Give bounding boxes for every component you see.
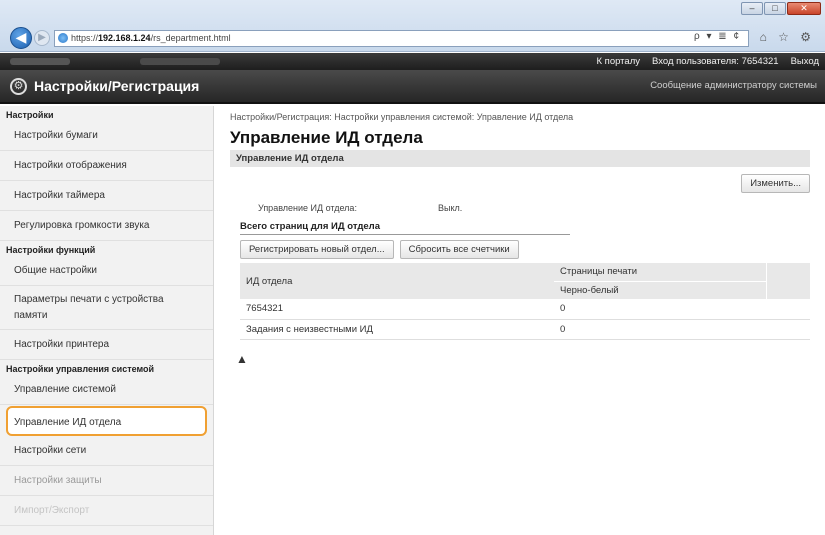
sidebar-item-import-export[interactable]: Импорт/Экспорт: [0, 496, 213, 526]
blurred-logo: [10, 58, 70, 65]
sidebar-item-memory-print[interactable]: Параметры печати с устройства памяти: [0, 286, 213, 330]
user-id: 7654321: [741, 56, 779, 67]
address-path: /rs_department.html: [150, 33, 231, 43]
sidebar-item-common[interactable]: Общие настройки: [0, 256, 213, 286]
site-favicon-icon: [58, 33, 68, 43]
app-title: Настройки/Регистрация: [34, 78, 200, 94]
table-cell-bw: 0: [554, 299, 766, 320]
table-cell-id[interactable]: 7654321: [240, 299, 554, 320]
sidebar-section-system: Настройки управления системой: [6, 364, 155, 374]
portal-link[interactable]: К порталу: [597, 53, 641, 70]
sidebar-item-faded[interactable]: [0, 526, 213, 535]
main-content: Настройки/Регистрация: Настройки управле…: [230, 112, 810, 366]
address-scheme: https://: [71, 33, 99, 43]
reset-counters-button[interactable]: Сбросить все счетчики: [399, 240, 519, 259]
change-button[interactable]: Изменить...: [741, 174, 810, 193]
table-cell-empty: [766, 299, 810, 320]
settings-gear-icon: ⚙: [10, 78, 27, 95]
status-label: Управление ИД отдела:: [258, 203, 357, 213]
page-title: Управление ИД отдела: [230, 128, 423, 147]
admin-message-link[interactable]: Сообщение администратору системы: [650, 80, 817, 91]
sidebar-item-display[interactable]: Настройки отображения: [0, 151, 213, 181]
sidebar-item-security[interactable]: Настройки защиты: [0, 466, 213, 496]
app-header: ⚙ Настройки/Регистрация Сообщение админи…: [0, 70, 825, 104]
status-row: Управление ИД отдела: Выкл.: [230, 197, 810, 219]
table-cell-empty: [766, 319, 810, 340]
column-header-bw: Черно-белый: [554, 280, 766, 299]
department-table: ИД отдела Страницы печати Черно-белый 76…: [240, 263, 810, 340]
top-header-bar: К порталу Вход пользователя: 7654321 Вых…: [0, 53, 825, 70]
user-login-label: Вход пользователя: 7654321: [652, 53, 779, 70]
browser-nav-icons[interactable]: ⌂ ☆ ⚙: [760, 30, 815, 44]
sidebar-item-network[interactable]: Настройки сети: [0, 436, 213, 466]
address-bar[interactable]: https://192.168.1.24/rs_department.html: [54, 30, 749, 47]
window-controls: – □ ✕: [741, 2, 821, 15]
scroll-to-top-icon[interactable]: ▲: [236, 352, 810, 366]
sidebar-item-department-id[interactable]: Управление ИД отдела: [6, 406, 207, 436]
column-header-id: ИД отдела: [240, 263, 554, 299]
sidebar-item-system-management[interactable]: Управление системой: [0, 375, 213, 405]
table-cell-id: Задания с неизвестными ИД: [240, 319, 554, 340]
status-value: Выкл.: [438, 203, 463, 213]
sidebar-item-volume[interactable]: Регулировка громкости звука: [0, 211, 213, 241]
logout-link[interactable]: Выход: [791, 53, 819, 70]
back-button[interactable]: ◀: [10, 27, 32, 49]
column-header-empty: [765, 263, 810, 299]
sidebar-section-functions: Настройки функций: [6, 245, 96, 255]
close-window-button[interactable]: ✕: [787, 2, 821, 15]
user-login-text: Вход пользователя:: [652, 56, 739, 67]
forward-button[interactable]: ▶: [34, 30, 50, 46]
address-host: 192.168.1.24: [98, 33, 151, 43]
sidebar-item-paper[interactable]: Настройки бумаги: [0, 121, 213, 151]
blurred-text: [140, 58, 220, 65]
sidebar: Настройки Настройки бумаги Настройки ото…: [0, 106, 214, 535]
register-department-button[interactable]: Регистрировать новый отдел...: [240, 240, 394, 259]
button-row: Регистрировать новый отдел... Сбросить в…: [240, 235, 810, 263]
sidebar-item-timer[interactable]: Настройки таймера: [0, 181, 213, 211]
minimize-button[interactable]: –: [741, 2, 763, 15]
table-row: 7654321 0: [240, 299, 810, 320]
table-row: Задания с неизвестными ИД 0: [240, 319, 810, 340]
change-row: Изменить...: [230, 167, 810, 197]
address-tools[interactable]: ρ ▾ ≣ ¢: [694, 31, 741, 42]
column-header-pages: Страницы печати: [554, 263, 766, 281]
sidebar-item-printer[interactable]: Настройки принтера: [0, 330, 213, 360]
browser-toolbar: – □ ✕ ◀ ▶ https://192.168.1.24/rs_depart…: [0, 0, 825, 52]
total-pages-heading: Всего страниц для ИД отдела: [240, 219, 570, 235]
breadcrumb: Настройки/Регистрация: Настройки управле…: [230, 112, 574, 122]
sidebar-section-settings: Настройки: [6, 110, 54, 120]
maximize-button[interactable]: □: [764, 2, 786, 15]
section-header: Управление ИД отдела: [230, 150, 810, 167]
table-cell-bw: 0: [554, 319, 766, 340]
